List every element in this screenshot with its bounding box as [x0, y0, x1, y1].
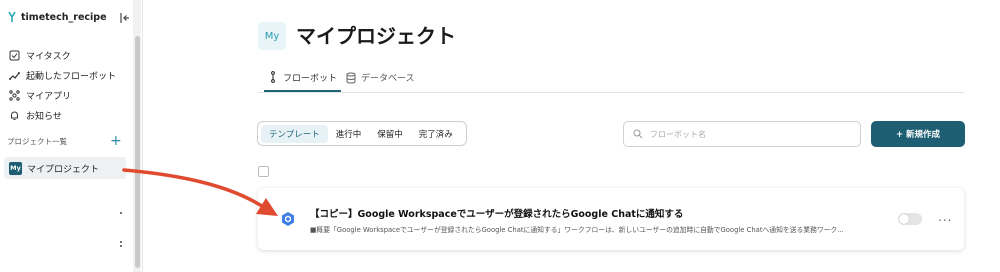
filter-on-hold[interactable]: 保留中 — [369, 125, 411, 143]
sidebar-item-label: マイアプリ — [26, 91, 72, 102]
task-check-icon — [9, 50, 20, 60]
sidebar-item-label: お知らせ — [26, 111, 62, 122]
sidebar-dot — [120, 241, 122, 243]
tab-label: データベース — [361, 74, 415, 84]
select-all-checkbox[interactable] — [258, 166, 269, 177]
flowbot-icon — [271, 71, 275, 83]
flowbot-card[interactable]: 【コピー】Google Workspaceでユーザーが登録されたらGoogle … — [258, 188, 964, 250]
database-icon — [346, 72, 356, 83]
tab-flowbots[interactable]: フローボット — [264, 64, 342, 92]
brand-logo-icon — [8, 11, 16, 22]
status-filter: テンプレート 進行中 保留中 完了済み — [257, 121, 467, 146]
search-icon — [633, 129, 643, 139]
sidebar-item-my-tasks[interactable]: マイタスク — [9, 45, 116, 65]
flowbot-title: 【コピー】Google Workspaceでユーザーが登録されたらGoogle … — [310, 209, 684, 220]
brand-name: timetech_recipe — [21, 11, 107, 23]
more-options-button[interactable]: ... — [938, 210, 952, 224]
filter-template[interactable]: テンプレート — [261, 124, 328, 143]
tab-database[interactable]: データベース — [342, 64, 419, 91]
sidebar: timetech_recipe マイタスク 起動したフローボット マイアプリ お… — [0, 0, 143, 272]
sidebar-dot — [120, 245, 122, 247]
project-badge: My — [9, 161, 22, 175]
bell-icon — [11, 111, 18, 120]
page-title: マイプロジェクト — [296, 24, 456, 48]
sidebar-project-my-project[interactable]: My マイプロジェクト — [4, 157, 126, 179]
toggle-knob — [899, 214, 909, 224]
page-icon: My — [258, 22, 286, 50]
sidebar-dot — [120, 212, 122, 214]
flowbot-search[interactable] — [623, 121, 861, 147]
flowbot-run-icon — [9, 71, 20, 80]
google-workspace-admin-icon — [282, 212, 294, 226]
apps-icon — [9, 89, 20, 101]
sidebar-item-label: 起動したフローボット — [26, 71, 117, 82]
collapse-sidebar-icon[interactable] — [118, 11, 132, 25]
flowbot-description: ■概要「Google Workspaceでユーザーが登録されたらGoogle C… — [310, 226, 844, 234]
projects-section-label: プロジェクト一覧 — [7, 137, 67, 146]
sidebar-item-label: マイタスク — [26, 51, 71, 62]
new-flowbot-button[interactable]: + 新規作成 — [871, 121, 965, 147]
sidebar-item-my-apps[interactable]: マイアプリ — [9, 85, 116, 105]
project-name: マイプロジェクト — [27, 164, 100, 175]
flowbot-enable-toggle[interactable] — [898, 213, 922, 225]
tab-bar: フローボット データベース — [258, 64, 964, 93]
sidebar-item-started-flowbots[interactable]: 起動したフローボット — [9, 65, 116, 85]
sidebar-scrollbar-thumb[interactable] — [135, 36, 140, 268]
add-project-button[interactable]: + — [110, 134, 122, 148]
sidebar-nav: マイタスク 起動したフローボット マイアプリ お知らせ — [9, 45, 116, 125]
filter-in-progress[interactable]: 進行中 — [328, 125, 370, 143]
brand[interactable]: timetech_recipe — [7, 11, 107, 23]
sidebar-item-notifications[interactable]: お知らせ — [9, 105, 116, 125]
tab-label: フローボット — [283, 73, 338, 84]
search-input[interactable] — [648, 128, 852, 140]
filter-completed[interactable]: 完了済み — [411, 125, 461, 143]
